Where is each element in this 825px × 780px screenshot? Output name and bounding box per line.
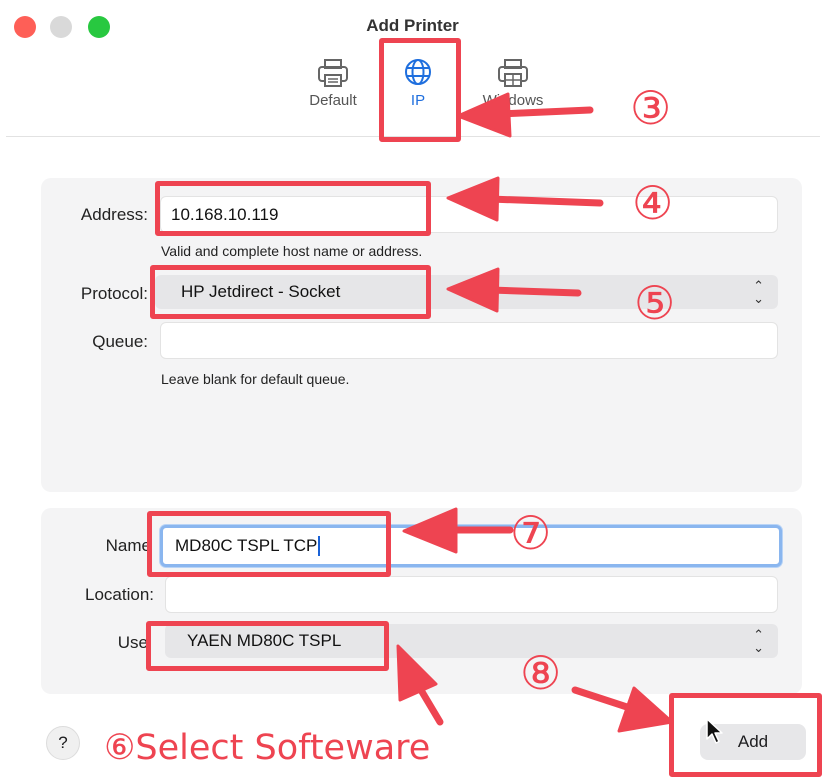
arrow-icon [446,176,604,222]
annotation-step-8: ⑧ [520,646,562,700]
annotation-step-5: ⑤ [634,276,676,330]
arrow-icon [396,644,444,726]
arrow-icon [456,92,594,138]
arrow-icon [571,686,674,733]
annotation-step-6-caption: ⑥Select Softeware [104,728,431,768]
arrow-icon [402,507,514,554]
annotation-step-7: ⑦ [510,506,552,560]
arrow-icon [446,267,582,313]
annotation-step-4: ④ [632,176,674,230]
annotation-step-3: ③ [630,81,672,135]
annotation-arrows [396,92,674,733]
